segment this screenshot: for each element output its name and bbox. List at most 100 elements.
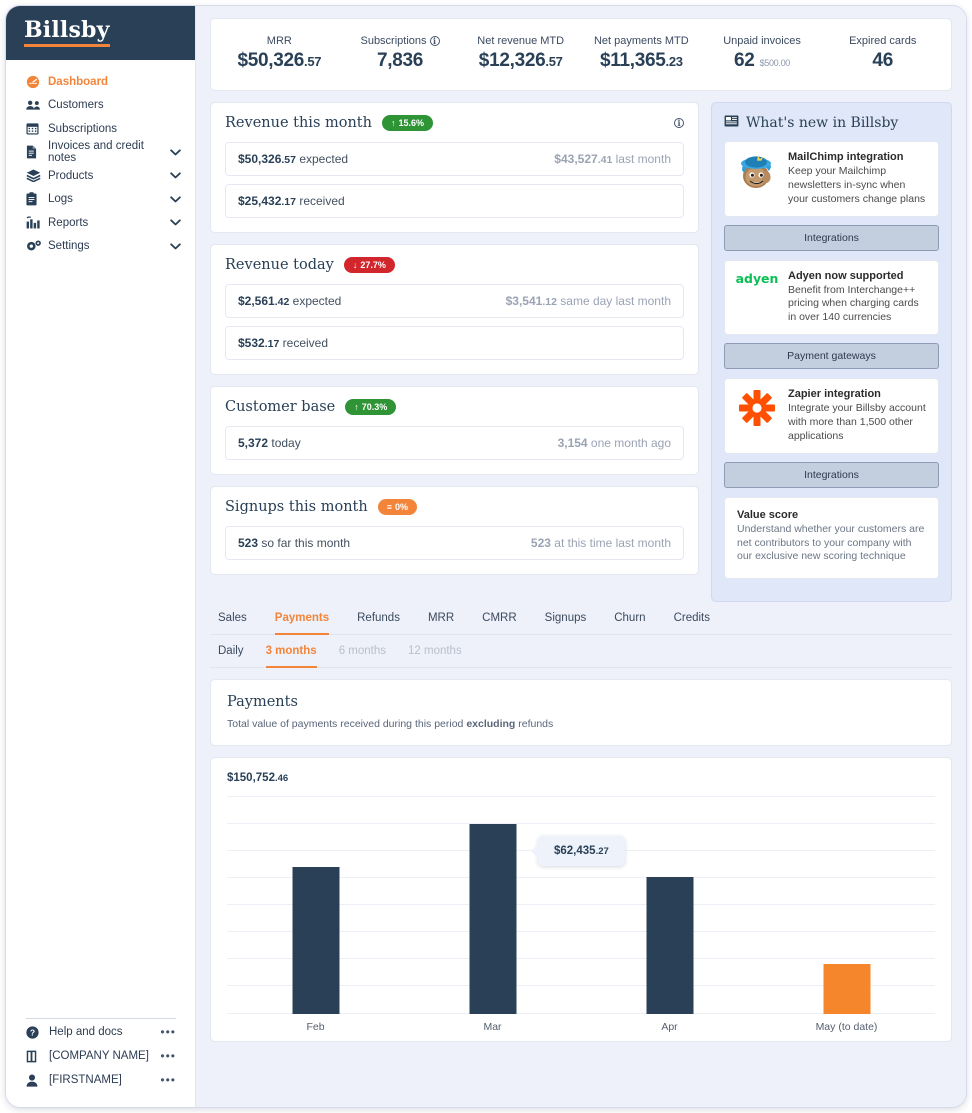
chevron-down-icon[interactable] xyxy=(170,243,181,250)
sidebar-item-dashboard[interactable]: Dashboard xyxy=(6,70,195,94)
metric-row-value: 523 xyxy=(238,536,259,550)
chart-x-label: Mar xyxy=(483,1021,502,1034)
stat-label: Subscriptions xyxy=(360,35,427,47)
whats-new-item-value-score[interactable]: Value score Understand whether your cust… xyxy=(724,496,939,580)
chart-x-label: May (to date) xyxy=(815,1021,878,1034)
chevron-down-icon[interactable] xyxy=(170,219,181,226)
stat-label: Net revenue MTD xyxy=(477,35,565,47)
whats-new-heading: Adyen now supported xyxy=(788,269,904,282)
stat-value: $11,365.23 xyxy=(599,50,683,71)
tab-sales[interactable]: Sales xyxy=(218,602,247,635)
tab-mrr[interactable]: MRR xyxy=(428,602,454,635)
metric-row-value: $532 xyxy=(238,336,265,350)
whats-new-item-mailchimp[interactable]: MailChimp integration Keep your Mailchim… xyxy=(724,141,939,217)
stats-bar: MRR $50,326.57 Subscriptions i 7,836 Net … xyxy=(210,18,952,91)
sidebar-item-customers[interactable]: Customers xyxy=(6,94,195,118)
main-content: MRR $50,326.57 Subscriptions i 7,836 Net … xyxy=(196,6,966,1107)
stat-net-payments-mtd: Net payments MTD $11,365.23 xyxy=(581,35,702,72)
sidebar-item-label: Products xyxy=(48,169,94,182)
metric-row: $532.17 received xyxy=(225,326,684,360)
whats-new-heading: Value score xyxy=(737,508,799,521)
stat-mrr: MRR $50,326.57 xyxy=(219,35,340,72)
metric-row-compare-value: $43,527 xyxy=(554,152,598,166)
chevron-down-icon[interactable] xyxy=(170,149,181,156)
range-tab-3-months[interactable]: 3 months xyxy=(265,635,317,669)
sidebar-item-subscriptions[interactable]: Subscriptions xyxy=(6,117,195,141)
whats-new-item-adyen[interactable]: adyen Adyen now supported Benefit from I… xyxy=(724,259,939,336)
whats-new-title: What's new in Billsby xyxy=(724,115,939,131)
sidebar-item-user[interactable]: [FIRSTNAME] ••• xyxy=(26,1067,176,1091)
overflow-menu-icon[interactable]: ••• xyxy=(160,1049,176,1063)
sidebar-item-reports[interactable]: Reports xyxy=(6,211,195,235)
tab-refunds[interactable]: Refunds xyxy=(357,602,400,635)
stat-value: 46 xyxy=(872,50,893,71)
chart-bar-highlighted[interactable] xyxy=(469,824,516,1015)
stat-expired-cards: Expired cards 46 xyxy=(822,35,943,72)
metric-row-suffix: received xyxy=(296,194,345,208)
billsby-logo[interactable]: Billsby xyxy=(24,19,110,47)
payment-gateways-button[interactable]: Payment gateways xyxy=(724,343,939,370)
mailchimp-logo xyxy=(735,151,779,191)
stat-label: MRR xyxy=(266,35,292,47)
tab-churn[interactable]: Churn xyxy=(614,602,645,635)
integrations-button-2[interactable]: Integrations xyxy=(724,461,939,488)
chart-tooltip: $62,435.27 xyxy=(538,836,625,867)
chart-plot-area: $62,435.27 xyxy=(227,796,935,1015)
sidebar-item-label: Subscriptions xyxy=(48,122,118,135)
overflow-menu-icon[interactable]: ••• xyxy=(160,1025,176,1039)
tab-cmrr[interactable]: CMRR xyxy=(482,602,517,635)
metric-row-suffix: expected xyxy=(289,294,342,308)
chart-bar-slot-apr xyxy=(581,796,758,1015)
chart-bar-slot-may xyxy=(758,796,935,1015)
metric-row: $2,561.42 expected $3,541.12 same day la… xyxy=(225,284,684,318)
whats-new-item-zapier[interactable]: Zapier integration Integrate your Billsb… xyxy=(724,378,939,454)
sidebar-item-company[interactable]: [COMPANY NAME] ••• xyxy=(26,1043,176,1067)
tab-signups[interactable]: Signups xyxy=(545,602,587,635)
svg-text:?: ? xyxy=(30,1027,35,1037)
chart-bar-accent[interactable] xyxy=(823,964,870,1015)
range-tab-12-months[interactable]: 12 months xyxy=(408,635,462,668)
range-tab-6-months[interactable]: 6 months xyxy=(339,635,386,668)
sidebar-item-invoices-and-credit-notes[interactable]: Invoices and credit notes xyxy=(6,140,195,164)
user-icon xyxy=(26,1074,44,1087)
stat-value: 62 $500.00 xyxy=(734,50,791,71)
info-icon[interactable]: i xyxy=(429,36,440,46)
clipboard-icon xyxy=(26,192,43,206)
people-icon xyxy=(26,99,43,111)
chart-x-axis: Feb Mar Apr May (to date) xyxy=(227,1014,935,1033)
adyen-logo: adyen xyxy=(735,270,779,286)
sidebar-footer-label: [COMPANY NAME] xyxy=(49,1050,149,1062)
trend-badge: ↓ 27.7% xyxy=(343,257,395,273)
stat-subvalue: $500.00 xyxy=(759,58,791,68)
info-icon[interactable]: i xyxy=(674,118,684,128)
chevron-down-icon[interactable] xyxy=(170,172,181,179)
range-tab-daily[interactable]: Daily xyxy=(218,635,244,668)
integrations-button[interactable]: Integrations xyxy=(724,224,939,251)
building-icon xyxy=(26,1050,44,1063)
sidebar-footer: ? Help and docs ••• [COMPANY NAME] ••• [… xyxy=(26,1018,176,1091)
metric-title: Revenue today xyxy=(225,257,334,273)
tab-payments[interactable]: Payments xyxy=(274,602,330,636)
tab-credits[interactable]: Credits xyxy=(674,602,710,635)
chevron-down-icon[interactable] xyxy=(170,196,181,203)
stat-label: Net payments MTD xyxy=(593,35,689,47)
metric-title: Revenue this month xyxy=(225,115,372,131)
chart-bar[interactable] xyxy=(292,867,339,1015)
chart-tabs: Sales Payments Refunds MRR CMRR Signups … xyxy=(210,602,952,636)
metric-title: Customer base xyxy=(225,399,336,415)
chart-axis-max-label: $150,752.46 xyxy=(227,772,289,785)
bar-chart-icon xyxy=(26,216,43,229)
chart-bar[interactable] xyxy=(646,877,693,1015)
sidebar-footer-label: [FIRSTNAME] xyxy=(49,1074,122,1086)
chart-bar-slot-feb xyxy=(227,796,404,1015)
overflow-menu-icon[interactable]: ••• xyxy=(160,1073,176,1087)
metric-row: $25,432.17 received xyxy=(225,184,684,218)
metric-row-compare-value: 3,154 xyxy=(557,436,588,450)
sidebar-item-logs[interactable]: Logs xyxy=(6,188,195,212)
trend-arrow-icon: ≡ xyxy=(386,502,392,512)
sidebar-item-settings[interactable]: Settings xyxy=(6,235,195,259)
sidebar-item-products[interactable]: Products xyxy=(6,164,195,188)
metric-row-compare-value: 523 xyxy=(530,536,551,550)
sidebar-item-help-and-docs[interactable]: ? Help and docs ••• xyxy=(26,1019,176,1043)
whats-new-body: Integrate your Billsby account with more… xyxy=(788,402,926,442)
